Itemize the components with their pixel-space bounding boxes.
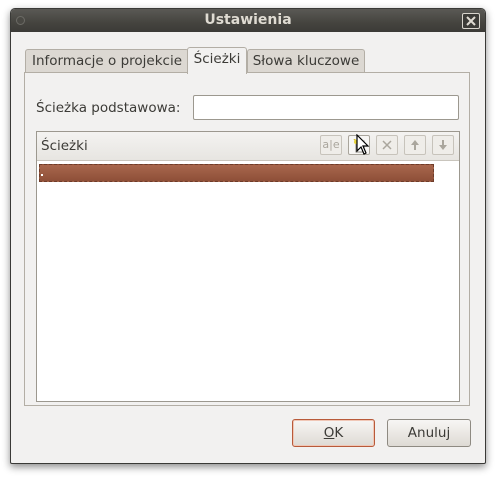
move-down-button[interactable] bbox=[432, 135, 454, 155]
close-button[interactable] bbox=[462, 13, 480, 29]
delete-button[interactable] bbox=[376, 135, 398, 155]
tab-keywords[interactable]: Słowa kluczowe bbox=[247, 49, 365, 73]
mouse-cursor-icon bbox=[356, 134, 370, 155]
cancel-button[interactable]: Anuluj bbox=[387, 419, 471, 447]
tab-label: Słowa kluczowe bbox=[252, 53, 360, 69]
window-title: Ustawienia bbox=[204, 12, 292, 28]
paths-panel: Ścieżka podstawowa: Ścieżki a|e bbox=[24, 72, 470, 406]
tab-label: Ścieżki bbox=[193, 51, 241, 67]
ok-button[interactable]: OK bbox=[292, 419, 375, 447]
tab-paths[interactable]: Ścieżki bbox=[187, 47, 247, 74]
rename-icon: a|e bbox=[322, 138, 340, 151]
paths-list-header: Ścieżki a|e bbox=[37, 132, 459, 161]
base-path-label: Ścieżka podstawowa: bbox=[36, 100, 181, 116]
move-up-button[interactable] bbox=[404, 135, 426, 155]
row-text bbox=[41, 174, 43, 176]
tab-project-info[interactable]: Informacje o projekcie bbox=[25, 49, 189, 73]
close-icon bbox=[466, 16, 476, 26]
ok-label: K bbox=[334, 425, 344, 441]
tab-label: Informacje o projekcie bbox=[31, 53, 183, 69]
delete-icon bbox=[382, 140, 392, 150]
settings-dialog: Ustawienia Informacje o projekcie Ścieżk… bbox=[10, 8, 486, 464]
base-path-input[interactable] bbox=[193, 95, 459, 120]
ok-mnemonic: O bbox=[323, 425, 335, 441]
paths-list: Ścieżki a|e bbox=[36, 131, 460, 402]
rename-button[interactable]: a|e bbox=[320, 135, 342, 155]
paths-list-title: Ścieżki bbox=[41, 138, 88, 154]
cancel-label: Anuluj bbox=[407, 425, 451, 441]
title-bar: Ustawienia bbox=[11, 9, 485, 32]
move-down-icon bbox=[439, 140, 447, 150]
move-up-icon bbox=[411, 140, 419, 150]
list-item[interactable] bbox=[39, 164, 434, 182]
